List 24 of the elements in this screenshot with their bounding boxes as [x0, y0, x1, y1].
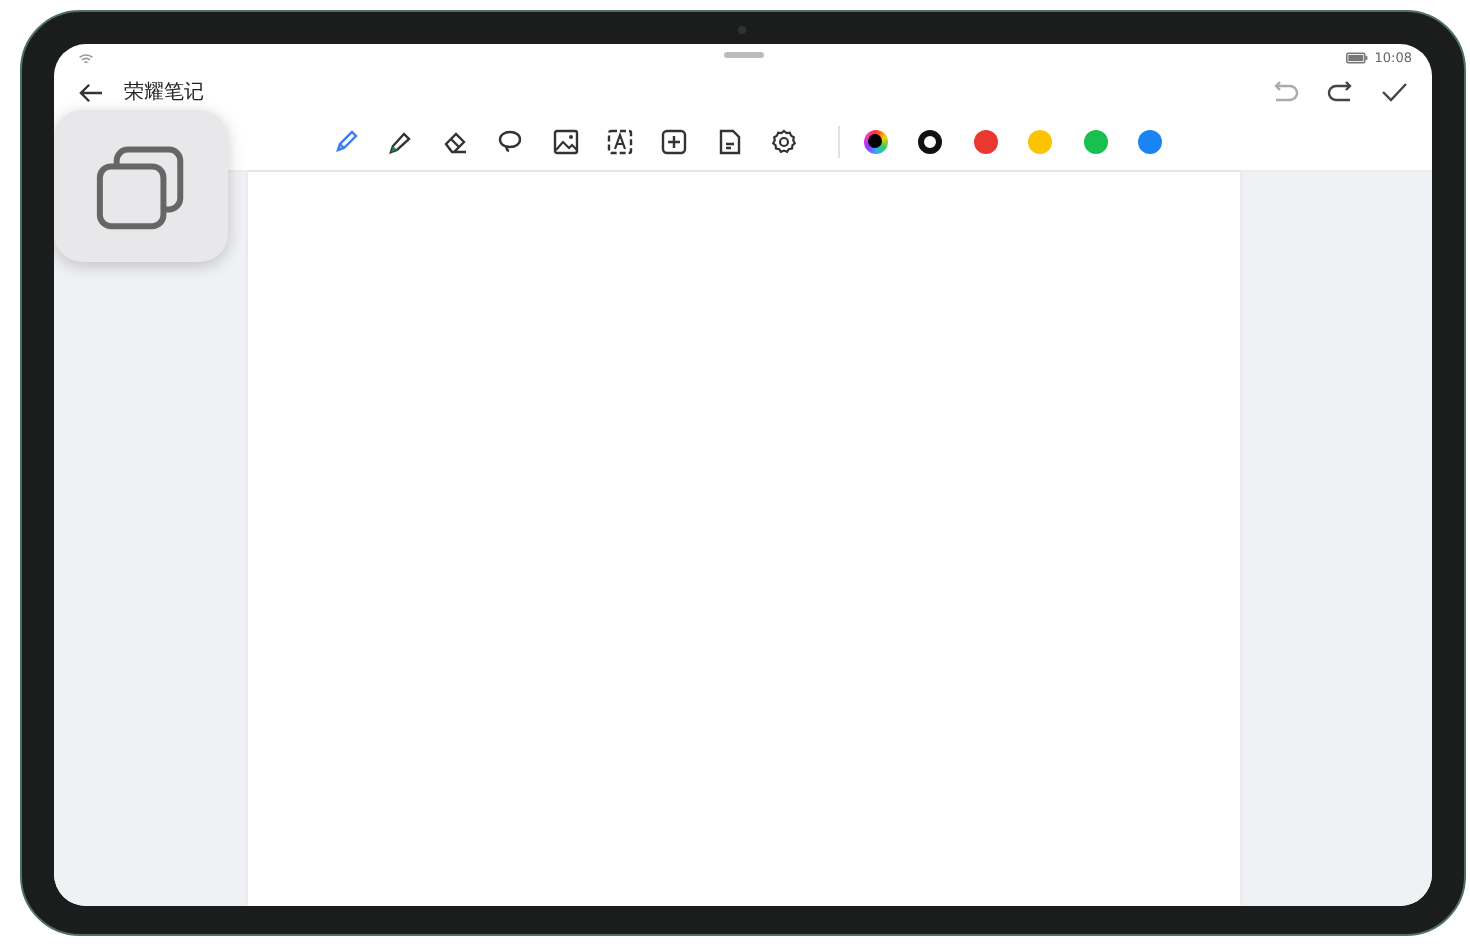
battery-icon	[1346, 52, 1369, 64]
color-wheel-swatch[interactable]	[863, 129, 888, 153]
recent-apps-card[interactable]	[54, 110, 228, 262]
app-title: 荣耀笔记	[124, 79, 204, 106]
color-swatch[interactable]	[1083, 129, 1108, 153]
pen-tool-icon[interactable]	[332, 127, 360, 155]
eraser-tool-icon[interactable]	[441, 127, 470, 155]
lasso-tool-icon[interactable]	[496, 127, 525, 155]
color-swatch[interactable]	[1138, 129, 1163, 153]
color-swatch[interactable]	[1028, 129, 1053, 153]
wifi-icon	[78, 51, 94, 65]
add-tool-icon[interactable]	[660, 127, 689, 155]
redo-icon[interactable]	[1326, 80, 1354, 104]
drag-handle[interactable]	[724, 52, 764, 58]
text-tool-icon[interactable]	[605, 127, 634, 155]
stacked-windows-icon	[94, 143, 188, 229]
document-tool-icon[interactable]	[715, 127, 744, 155]
color-swatch[interactable]	[973, 129, 998, 153]
highlighter-tool-icon[interactable]	[386, 127, 415, 155]
check-icon[interactable]	[1380, 80, 1408, 104]
settings-tool-icon[interactable]	[770, 127, 799, 155]
back-arrow-icon[interactable]	[78, 81, 104, 103]
color-swatch[interactable]	[918, 129, 943, 153]
image-tool-icon[interactable]	[551, 127, 580, 155]
